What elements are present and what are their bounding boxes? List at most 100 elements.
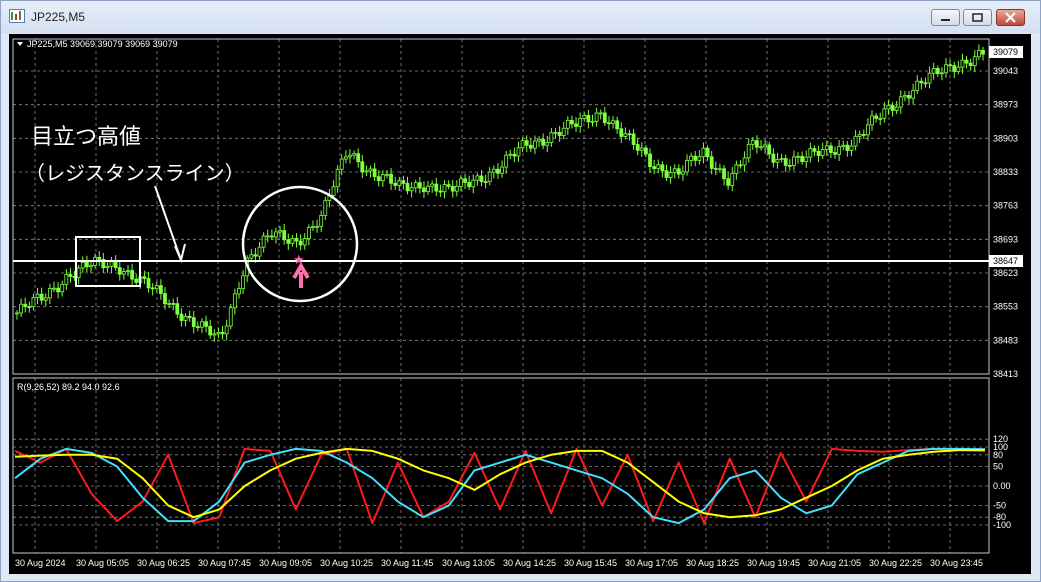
candle-body (874, 115, 879, 119)
candle-body (109, 261, 114, 267)
candle-body (964, 59, 969, 64)
candle-body (306, 227, 311, 240)
time-tick: 30 Aug 10:25 (320, 558, 373, 568)
collapse-arrow-icon[interactable] (17, 42, 23, 46)
price-tick: 38553 (993, 302, 1018, 312)
candle-body (187, 315, 192, 319)
candle-body (298, 240, 303, 246)
candle-body (902, 95, 907, 98)
candle-body (750, 140, 755, 145)
candle-body (927, 72, 932, 84)
candle-body (635, 144, 640, 151)
candle-body (861, 134, 866, 136)
candle-body (557, 131, 562, 136)
candle-body (755, 140, 759, 148)
candle-body (738, 164, 743, 167)
time-tick: 30 Aug 09:05 (259, 558, 312, 568)
candle-body (607, 122, 611, 125)
candle-body (783, 158, 788, 166)
price-tick: 38693 (993, 234, 1018, 244)
candle-body (286, 239, 291, 244)
indicator-tick: -50 (993, 501, 1006, 511)
candle-body (302, 238, 307, 246)
candle-body (779, 158, 784, 160)
candle-body (487, 171, 492, 183)
candle-body (442, 184, 447, 193)
price-tick: 38483 (993, 335, 1018, 345)
candle-body (463, 178, 467, 183)
candle-body (816, 150, 821, 156)
candle-body (882, 108, 887, 119)
candle-body (857, 134, 862, 137)
candle-body (413, 182, 418, 189)
candle-body (796, 155, 800, 158)
candle-body (380, 174, 385, 182)
main-panel-frame (12, 38, 990, 375)
candle-body (915, 80, 920, 91)
candle-body (968, 62, 973, 66)
candle-body (734, 164, 739, 174)
indicator-header: R(9,26,52) 89.2 94.0 92.6 (17, 382, 120, 392)
candle-body (561, 127, 566, 136)
line-price-label: 38647 (993, 256, 1018, 266)
candle-body (800, 155, 805, 163)
candle-body (175, 303, 180, 315)
candle-body (216, 332, 221, 335)
time-tick: 30 Aug 11:45 (381, 558, 433, 568)
candle-body (722, 168, 726, 180)
candle-body (919, 80, 924, 84)
time-tick: 30 Aug 21:05 (808, 558, 861, 568)
candle-body (257, 246, 262, 257)
candle-body (685, 160, 689, 173)
price-scale: 39043 38973 38903 38833 38763 38693 38623 38553… (993, 66, 1018, 379)
candle-body (849, 145, 854, 151)
candle-body (829, 145, 833, 153)
candle-body (97, 257, 102, 260)
candle-body (265, 235, 270, 238)
candle-body (76, 267, 81, 278)
candle-body (397, 180, 402, 186)
candle-body (105, 265, 110, 269)
candle-body (163, 293, 167, 305)
candle-body (972, 56, 977, 66)
candle-body (311, 226, 315, 228)
candle-body (866, 124, 870, 136)
candle-body (389, 173, 393, 184)
candle-body (117, 267, 122, 275)
indicator-tick: -100 (993, 520, 1011, 530)
restore-icon (972, 13, 983, 22)
minimize-button[interactable] (931, 9, 960, 26)
indicator-tick: 50 (993, 462, 1003, 472)
candle-body (249, 254, 254, 259)
candle-body (195, 326, 200, 328)
candle-body (742, 157, 747, 166)
candle-body (771, 153, 776, 163)
candle-body (220, 332, 225, 335)
candle-body (553, 131, 558, 134)
candle-body (417, 182, 422, 189)
candle-body (939, 72, 944, 75)
candle-body (697, 156, 702, 161)
candle-body (648, 153, 652, 167)
candle-body (232, 293, 237, 309)
candle-body (60, 283, 65, 293)
close-button[interactable] (996, 9, 1025, 26)
candle-body (935, 68, 940, 75)
maximize-button[interactable] (963, 9, 992, 26)
candle-body (158, 285, 163, 294)
candle-body (668, 172, 673, 178)
candle-body (611, 120, 615, 124)
candle-body (479, 175, 484, 183)
chart-area[interactable]: JP225,M5 39069 39079 39069 39079 R(9,26,… (9, 34, 1031, 574)
candle-body (446, 184, 451, 187)
candle-body (952, 65, 957, 72)
candle-body (352, 153, 356, 156)
title-bar[interactable]: JP225,M5 (1, 1, 1040, 33)
terminal-window: JP225,M5 JP225,M5 39069 39079 39069 3907… (0, 0, 1041, 582)
price-tick: 38413 (993, 369, 1018, 379)
candle-body (471, 179, 476, 188)
current-price-label: 39079 (993, 47, 1018, 57)
candle-body (191, 317, 196, 327)
time-tick: 30 Aug 23:45 (930, 558, 983, 568)
price-chart[interactable]: JP225,M5 39069 39079 39069 39079 R(9,26,… (9, 34, 1031, 574)
